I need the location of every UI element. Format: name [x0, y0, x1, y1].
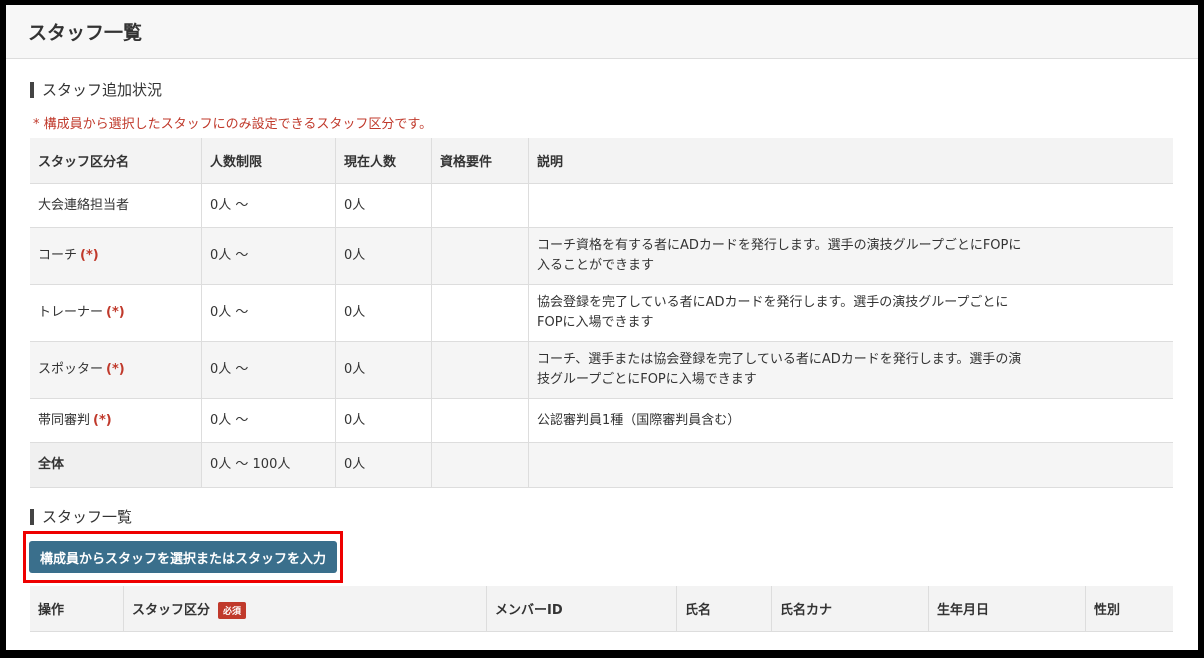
staff-list-section-title: スタッフ一覧: [30, 509, 1174, 525]
col-gender: 性別: [1085, 586, 1173, 632]
limits-row: 帯同審判 (*) 0人 〜 0人 公認審判員1種（国際審判員含む）: [30, 398, 1173, 443]
required-marker: (*): [106, 362, 125, 377]
col-name: 氏名: [676, 586, 772, 632]
staff-page: スタッフ一覧 スタッフ追加状況 * 構成員から選択したスタッフにのみ設定できるス…: [6, 5, 1198, 650]
current-cell-text: 0人: [344, 362, 366, 377]
current-cell-text: 0人: [344, 305, 366, 320]
description-cell: コーチ、選手または協会登録を完了している者にADカードを発行します。選手の演技グ…: [528, 341, 1173, 399]
qualification-cell: [431, 284, 529, 342]
col-limit: 人数制限: [201, 138, 336, 184]
page-content: スタッフ追加状況 * 構成員から選択したスタッフにのみ設定できるスタッフ区分です…: [6, 82, 1198, 632]
limit-cell-text: 0人 〜: [210, 362, 249, 377]
limit-cell: 0人 〜: [201, 227, 336, 285]
required-marker: (*): [106, 305, 125, 320]
category-name: 大会連絡担当者: [38, 197, 130, 213]
description-cell-text: コーチ、選手または協会登録を完了している者にADカードを発行します。選手の演技グ…: [537, 352, 1022, 387]
description-cell: 協会登録を完了している者にADカードを発行します。選手の演技グループごとにFOP…: [528, 284, 1173, 342]
col-staff-category: スタッフ区分名: [30, 138, 202, 184]
description-cell-text: コーチ資格を有する者にADカードを発行します。選手の演技グループごとにFOPに入…: [537, 238, 1022, 273]
description-cell: 公認審判員1種（国際審判員含む）: [528, 398, 1173, 443]
col-current: 現在人数: [335, 138, 432, 184]
col-qualification: 資格要件: [431, 138, 529, 184]
limits-header-row: スタッフ区分名 人数制限 現在人数 資格要件 説明: [30, 138, 1173, 184]
current-cell: 0人: [335, 227, 432, 285]
current-cell-text: 0人: [344, 412, 366, 428]
select-staff-button[interactable]: 構成員からスタッフを選択またはスタッフを入力: [29, 541, 337, 573]
current-cell: 0人: [335, 183, 432, 228]
staff-limits-table: スタッフ区分名 人数制限 現在人数 資格要件 説明 大会連絡担当者 0人 〜 0人コ…: [30, 138, 1173, 488]
description-cell: コーチ資格を有する者にADカードを発行します。選手の演技グループごとにFOPに入…: [528, 227, 1173, 285]
category-name: コーチ: [38, 248, 78, 263]
col-birthdate: 生年月日: [928, 586, 1086, 632]
limit-cell: 0人 〜: [201, 284, 336, 342]
total-qualification-cell: [431, 442, 529, 488]
col-staff-category-label: スタッフ区分: [132, 602, 211, 618]
total-description-cell: [528, 442, 1173, 488]
category-name-cell: 帯同審判 (*): [30, 398, 202, 443]
qualification-cell: [431, 227, 529, 285]
col-operation: 操作: [30, 586, 124, 632]
limits-total-row: 全体 0人 〜 100人 0人: [30, 442, 1173, 488]
limit-cell: 0人 〜: [201, 398, 336, 443]
category-name-cell: 大会連絡担当者: [30, 183, 202, 228]
limits-row: トレーナー (*) 0人 〜 0人 協会登録を完了している者にADカードを発行します。選…: [30, 284, 1173, 342]
category-name: 帯同審判: [38, 412, 91, 428]
total-name-cell: 全体: [30, 442, 202, 488]
current-cell: 0人: [335, 341, 432, 399]
staff-list-table: 操作 スタッフ区分 必須 メンバーID 氏名 氏名カナ 生年月日 性別: [30, 586, 1173, 632]
category-name-cell: スポッター (*): [30, 341, 202, 399]
page-header: スタッフ一覧: [6, 5, 1198, 59]
description-cell-text: 協会登録を完了している者にADカードを発行します。選手の演技グループごとにFOP…: [537, 295, 1009, 330]
col-member-id: メンバーID: [486, 586, 677, 632]
required-marker: (*): [80, 248, 99, 263]
select-button-highlight: 構成員からスタッフを選択またはスタッフを入力: [23, 531, 343, 583]
total-limit-cell: 0人 〜 100人: [201, 442, 336, 488]
limit-cell-text: 0人 〜: [210, 412, 249, 428]
limits-row: 大会連絡担当者 0人 〜 0人: [30, 183, 1173, 228]
limit-cell-text: 0人 〜: [210, 305, 249, 320]
current-cell: 0人: [335, 284, 432, 342]
page-title: スタッフ一覧: [28, 22, 143, 44]
description-cell-text: 公認審判員1種（国際審判員含む）: [537, 412, 741, 428]
limit-cell-text: 0人 〜: [210, 248, 249, 263]
col-name-kana: 氏名カナ: [771, 586, 929, 632]
limit-cell: 0人 〜: [201, 341, 336, 399]
staff-status-section-title: スタッフ追加状況: [30, 82, 1174, 98]
qualification-cell: [431, 183, 529, 228]
category-name-cell: コーチ (*): [30, 227, 202, 285]
limit-cell: 0人 〜: [201, 183, 336, 228]
limits-row: スポッター (*) 0人 〜 0人 コーチ、選手または協会登録を完了している者にADカー…: [30, 341, 1173, 399]
description-cell: [528, 183, 1173, 228]
qualification-cell: [431, 398, 529, 443]
qualification-cell: [431, 341, 529, 399]
current-cell-text: 0人: [344, 197, 366, 213]
total-current-cell: 0人: [335, 442, 432, 488]
current-cell: 0人: [335, 398, 432, 443]
limits-row: コーチ (*) 0人 〜 0人 コーチ資格を有する者にADカードを発行します。選手の演技…: [30, 227, 1173, 285]
required-marker: (*): [93, 412, 112, 428]
category-name: トレーナー: [38, 305, 104, 320]
staff-header-row: 操作 スタッフ区分 必須 メンバーID 氏名 氏名カナ 生年月日 性別: [30, 586, 1173, 632]
current-cell-text: 0人: [344, 248, 366, 263]
col-staff-category: スタッフ区分 必須: [123, 586, 487, 632]
required-badge: 必須: [218, 601, 247, 619]
limit-cell-text: 0人 〜: [210, 197, 249, 213]
category-name-cell: トレーナー (*): [30, 284, 202, 342]
category-name: スポッター: [38, 362, 104, 377]
restriction-note: * 構成員から選択したスタッフにのみ設定できるスタッフ区分です。: [33, 117, 433, 132]
col-description: 説明: [528, 138, 1173, 184]
